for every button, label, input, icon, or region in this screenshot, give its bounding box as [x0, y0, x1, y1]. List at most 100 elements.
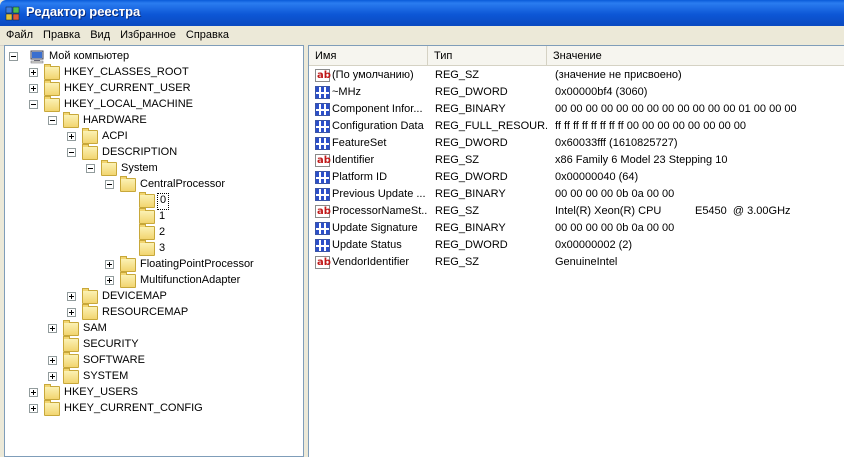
expand-icon[interactable] — [67, 292, 76, 301]
tree-node-hku[interactable]: HKEY_USERS — [29, 384, 289, 401]
value-row[interactable]: Platform ID REG_DWORD 0x00000040 (64) — [309, 169, 844, 186]
folder-icon — [63, 336, 79, 352]
folder-icon — [120, 256, 136, 272]
folder-icon — [44, 400, 60, 416]
tree-node-my-computer[interactable]: Мой компьютер — [9, 49, 299, 65]
value-data: 00 00 00 00 00 00 00 00 00 00 00 00 01 0… — [555, 103, 797, 115]
tree-node-cpu-1[interactable]: 1 — [139, 208, 199, 225]
tree-node-hkcc[interactable]: HKEY_CURRENT_CONFIG — [29, 400, 289, 417]
tree-node-description[interactable]: DESCRIPTION — [67, 144, 287, 161]
collapse-icon[interactable] — [29, 100, 38, 109]
column-header-type[interactable]: Тип — [428, 46, 547, 66]
expand-icon[interactable] — [48, 372, 57, 381]
tree-node-system[interactable]: System — [86, 160, 286, 177]
tree-node-cpu-2[interactable]: 2 — [139, 224, 199, 241]
expand-icon[interactable] — [29, 388, 38, 397]
tree-node-hardware[interactable]: HARDWARE — [48, 112, 288, 129]
value-type: REG_BINARY — [435, 103, 506, 115]
tree-node-acpi[interactable]: ACPI — [67, 128, 287, 145]
value-data: 00 00 00 00 0b 0a 00 00 — [555, 222, 675, 234]
collapse-icon[interactable] — [86, 164, 95, 173]
value-row[interactable]: ~MHz REG_DWORD 0x00000bf4 (3060) — [309, 84, 844, 101]
folder-icon — [63, 368, 79, 384]
tree-label: SAM — [83, 322, 107, 334]
expand-icon[interactable] — [29, 404, 38, 413]
value-row[interactable]: Configuration Data REG_FULL_RESOUR... ff f… — [309, 118, 844, 135]
expand-icon[interactable] — [48, 356, 57, 365]
collapse-icon[interactable] — [67, 148, 76, 157]
collapse-icon[interactable] — [48, 116, 57, 125]
binary-value-icon — [315, 171, 330, 184]
tree-node-security[interactable]: SECURITY — [48, 336, 288, 353]
expand-icon[interactable] — [29, 84, 38, 93]
string-value-icon — [315, 152, 331, 169]
tree-node-centralprocessor[interactable]: CentralProcessor — [105, 176, 295, 193]
registry-tree[interactable]: Мой компьютер HKEY_CLASSES_ROOT HKEY_CUR… — [4, 45, 304, 457]
tree-node-devicemap[interactable]: DEVICEMAP — [67, 288, 287, 305]
tree-node-mfa[interactable]: MultifunctionAdapter — [105, 272, 295, 289]
value-data: 0x00000bf4 (3060) — [555, 86, 648, 98]
value-row[interactable]: Update Signature REG_BINARY 00 00 00 00 0b… — [309, 220, 844, 237]
value-row[interactable]: Update Status REG_DWORD 0x00000002 (2) — [309, 237, 844, 254]
tree-label: HKEY_CURRENT_USER — [64, 82, 191, 94]
value-data: ff ff ff ff ff ff ff ff 00 00 00 00 00 0… — [555, 120, 747, 132]
expand-icon[interactable] — [67, 308, 76, 317]
menu-help[interactable]: Справка — [181, 26, 234, 41]
expand-icon[interactable] — [29, 68, 38, 77]
tree-node-software[interactable]: SOFTWARE — [48, 352, 288, 369]
column-header-value[interactable]: Значение — [547, 46, 844, 66]
tree-node-resourcemap[interactable]: RESOURCEMAP — [67, 304, 287, 321]
tree-label: HARDWARE — [83, 114, 147, 126]
folder-icon — [139, 208, 155, 224]
values-list[interactable]: Имя Тип Значение (По умолчанию) REG_SZ (зн… — [308, 45, 844, 457]
value-data: x86 Family 6 Model 23 Stepping 10 — [555, 154, 728, 166]
folder-icon — [63, 320, 79, 336]
column-header-name[interactable]: Имя — [309, 46, 428, 66]
value-data: GenuineIntel — [555, 256, 618, 268]
title-bar[interactable]: Редактор реестра — [0, 0, 844, 26]
value-type: REG_SZ — [435, 256, 480, 268]
folder-icon — [82, 128, 98, 144]
tree-label: HKEY_LOCAL_MACHINE — [64, 98, 193, 110]
tree-node-cpu-0[interactable]: 0 — [139, 192, 199, 210]
collapse-icon[interactable] — [9, 52, 18, 61]
value-row[interactable]: Previous Update ... REG_BINARY 00 00 00 00… — [309, 186, 844, 203]
folder-icon — [82, 288, 98, 304]
value-type: REG_DWORD — [435, 86, 508, 98]
expand-icon[interactable] — [105, 276, 114, 285]
value-row[interactable]: VendorIdentifier REG_SZ GenuineIntel — [309, 254, 844, 271]
tree-node-hklm[interactable]: HKEY_LOCAL_MACHINE — [29, 96, 289, 113]
tree-node-hkcr[interactable]: HKEY_CLASSES_ROOT — [29, 64, 289, 81]
tree-node-fpp[interactable]: FloatingPointProcessor — [105, 256, 295, 273]
value-row[interactable]: ProcessorNameSt... REG_SZ Intel(R) Xeon(R)… — [309, 203, 844, 220]
expand-icon[interactable] — [67, 132, 76, 141]
menu-favorites[interactable]: Избранное — [115, 26, 181, 41]
value-name: Component Infor... — [332, 103, 423, 115]
value-row[interactable]: Component Infor... REG_BINARY 00 00 00 00 … — [309, 101, 844, 118]
value-name: Update Status — [332, 239, 402, 251]
binary-value-icon — [315, 120, 330, 133]
value-name: Platform ID — [332, 171, 388, 183]
value-row[interactable]: Identifier REG_SZ x86 Family 6 Model 23 St… — [309, 152, 844, 169]
value-row[interactable]: (По умолчанию) REG_SZ (значение не присвое… — [309, 67, 844, 84]
tree-node-system-hive[interactable]: SYSTEM — [48, 368, 288, 385]
tree-node-hkcu[interactable]: HKEY_CURRENT_USER — [29, 80, 289, 97]
tree-label: 3 — [159, 242, 166, 254]
menu-view[interactable]: Вид — [85, 26, 115, 41]
expand-icon[interactable] — [105, 260, 114, 269]
tree-label: SYSTEM — [83, 370, 129, 382]
value-data: Intel(R) Xeon(R) CPU E5450 @ 3.00GHz — [555, 205, 791, 217]
folder-icon — [63, 352, 79, 368]
value-name: Configuration Data — [332, 120, 424, 132]
tree-node-sam[interactable]: SAM — [48, 320, 288, 337]
tree-node-cpu-3[interactable]: 3 — [139, 240, 199, 257]
menu-edit[interactable]: Правка — [38, 26, 85, 41]
value-row[interactable]: FeatureSet REG_DWORD 0x60033fff (161082572… — [309, 135, 844, 152]
folder-icon — [44, 384, 60, 400]
folder-icon — [139, 224, 155, 240]
collapse-icon[interactable] — [105, 180, 114, 189]
menu-file[interactable]: Файл — [1, 26, 38, 41]
expand-icon[interactable] — [48, 324, 57, 333]
folder-icon — [120, 272, 136, 288]
value-name: (По умолчанию) — [332, 69, 414, 81]
